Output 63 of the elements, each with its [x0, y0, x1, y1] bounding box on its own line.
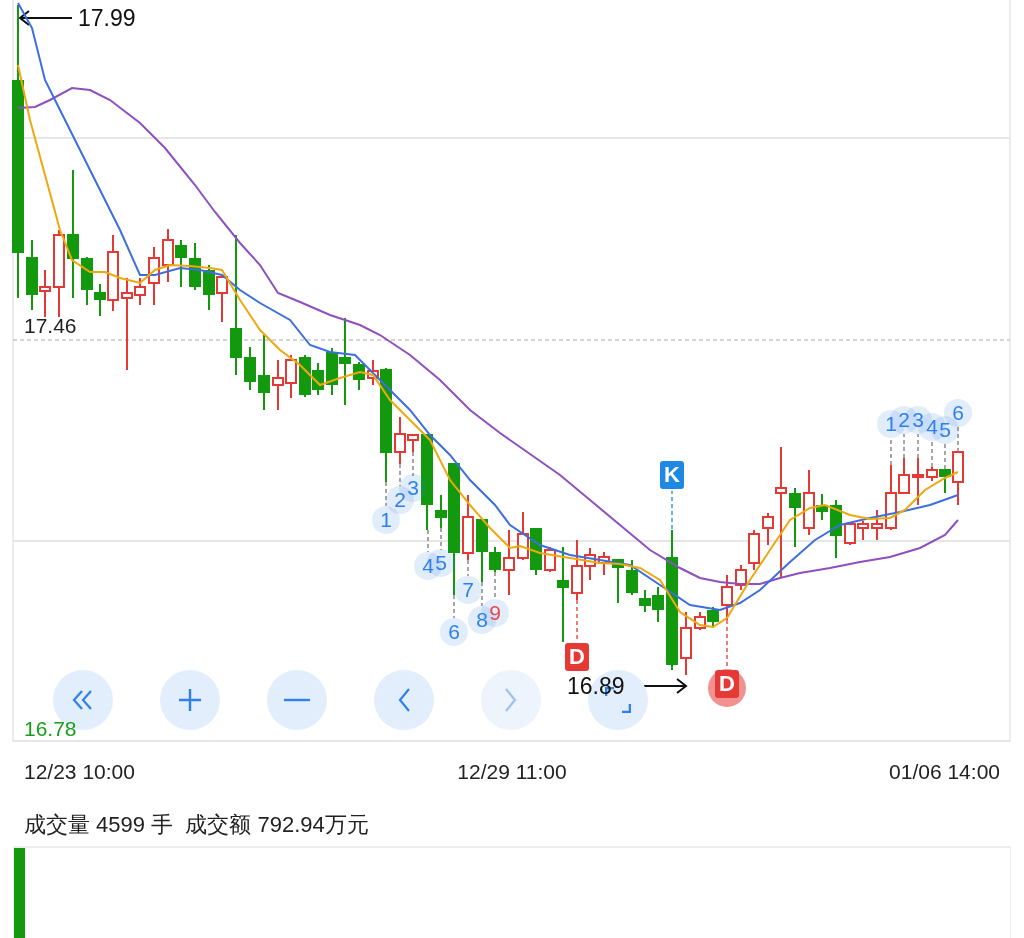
candlestick — [844, 521, 856, 546]
leader-line — [890, 437, 892, 466]
volume-summary: 成交量 4599 手 成交额 792.94万元 — [23, 811, 370, 839]
leader-line — [903, 433, 905, 459]
arrow — [18, 10, 73, 26]
candlestick — [912, 457, 924, 506]
candlestick — [517, 511, 529, 561]
candlestick — [203, 264, 215, 311]
signal-marker: D — [565, 643, 589, 671]
candlestick — [830, 499, 842, 559]
signal-marker: D — [715, 670, 739, 698]
candlestick — [216, 274, 228, 323]
candlestick — [530, 527, 542, 576]
price-label: 17.99 — [78, 6, 136, 30]
leader-line — [427, 529, 429, 553]
minus-icon — [284, 698, 310, 702]
candlestick — [353, 361, 365, 391]
signal-marker: K — [660, 461, 684, 489]
candlestick — [175, 239, 187, 288]
price-label: 16.78 — [24, 717, 77, 741]
leader-line — [576, 599, 578, 642]
candlestick — [598, 551, 610, 576]
leader-line — [957, 426, 959, 453]
leader-line — [412, 451, 414, 477]
candlestick — [244, 346, 256, 391]
candlestick — [285, 354, 297, 399]
leader-line — [481, 581, 483, 607]
candlestick — [721, 574, 733, 621]
candlestick — [462, 494, 474, 561]
candlestick — [189, 242, 201, 291]
candlestick — [680, 611, 692, 676]
leader-line — [917, 433, 919, 459]
candlestick — [612, 558, 624, 604]
leader-line — [726, 619, 728, 669]
double-chevron-left-icon — [72, 689, 94, 711]
signal-marker: 7 — [454, 576, 482, 604]
candlestick — [503, 529, 515, 596]
candlestick — [857, 520, 869, 541]
time-label: 01/06 14:00 — [889, 760, 1000, 785]
leader-line — [453, 594, 455, 619]
leader-line — [440, 527, 442, 551]
price-label: 16.89 — [567, 674, 625, 698]
candlestick — [694, 611, 706, 631]
leader-line — [399, 463, 401, 487]
plus-icon — [178, 688, 202, 712]
leader-line — [944, 443, 946, 470]
leader-line — [385, 481, 387, 507]
candlestick — [871, 509, 883, 541]
chevron-left-icon — [398, 688, 410, 712]
chevron-right-icon — [505, 688, 517, 712]
price-label: 17.46 — [24, 314, 77, 338]
signal-marker: 1 — [372, 506, 400, 534]
signal-marker: 6 — [440, 618, 468, 646]
candlestick — [707, 606, 719, 629]
candlestick — [148, 246, 160, 306]
candlestick — [162, 228, 174, 283]
candlestick — [272, 359, 284, 411]
time-label: 12/23 10:00 — [24, 760, 135, 785]
candlestick — [789, 487, 801, 548]
time-label: 12/29 11:00 — [457, 760, 567, 785]
candlestick — [312, 362, 324, 396]
leader-line — [467, 559, 469, 577]
leader-line — [931, 440, 933, 468]
